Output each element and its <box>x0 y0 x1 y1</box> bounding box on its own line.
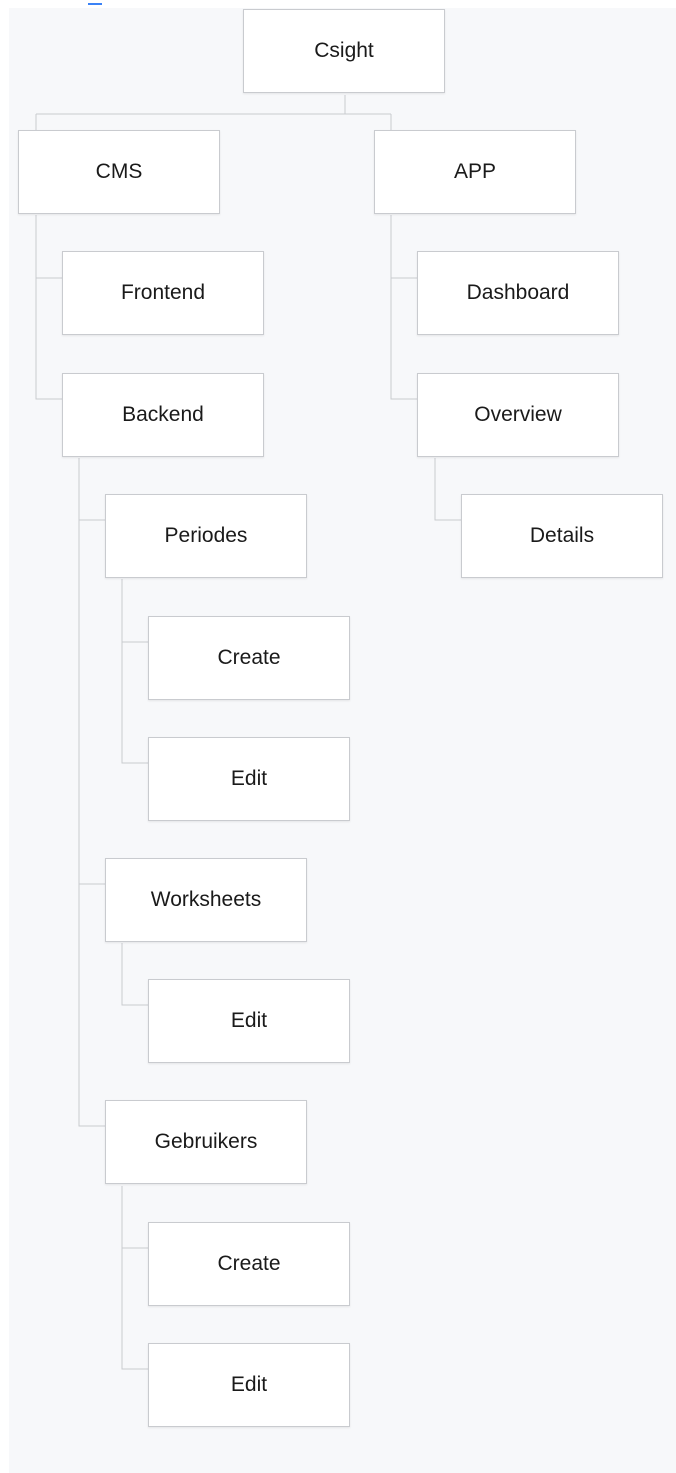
connector-backend-children <box>78 458 106 1127</box>
node-gebruikers-create[interactable]: Create <box>148 1222 350 1306</box>
node-app[interactable]: APP <box>374 130 576 214</box>
node-details[interactable]: Details <box>461 494 663 578</box>
connector-gebruikers-children <box>121 1186 149 1370</box>
node-worksheets-edit[interactable]: Edit <box>148 979 350 1063</box>
node-periodes-edit[interactable]: Edit <box>148 737 350 821</box>
node-periodes[interactable]: Periodes <box>105 494 307 578</box>
node-overview[interactable]: Overview <box>417 373 619 457</box>
node-worksheets[interactable]: Worksheets <box>105 858 307 942</box>
node-dashboard[interactable]: Dashboard <box>417 251 619 335</box>
node-frontend[interactable]: Frontend <box>62 251 264 335</box>
node-cms[interactable]: CMS <box>18 130 220 214</box>
node-backend[interactable]: Backend <box>62 373 264 457</box>
connector-overview-children <box>434 458 461 521</box>
node-csight[interactable]: Csight <box>243 9 445 93</box>
node-periodes-create[interactable]: Create <box>148 616 350 700</box>
node-gebruikers[interactable]: Gebruikers <box>105 1100 307 1184</box>
connector-cms-children <box>35 215 63 400</box>
connector-periodes-children <box>121 579 149 764</box>
connector-worksheets-children <box>121 943 149 1006</box>
connector-app-children <box>390 215 417 400</box>
node-gebruikers-edit[interactable]: Edit <box>148 1343 350 1427</box>
